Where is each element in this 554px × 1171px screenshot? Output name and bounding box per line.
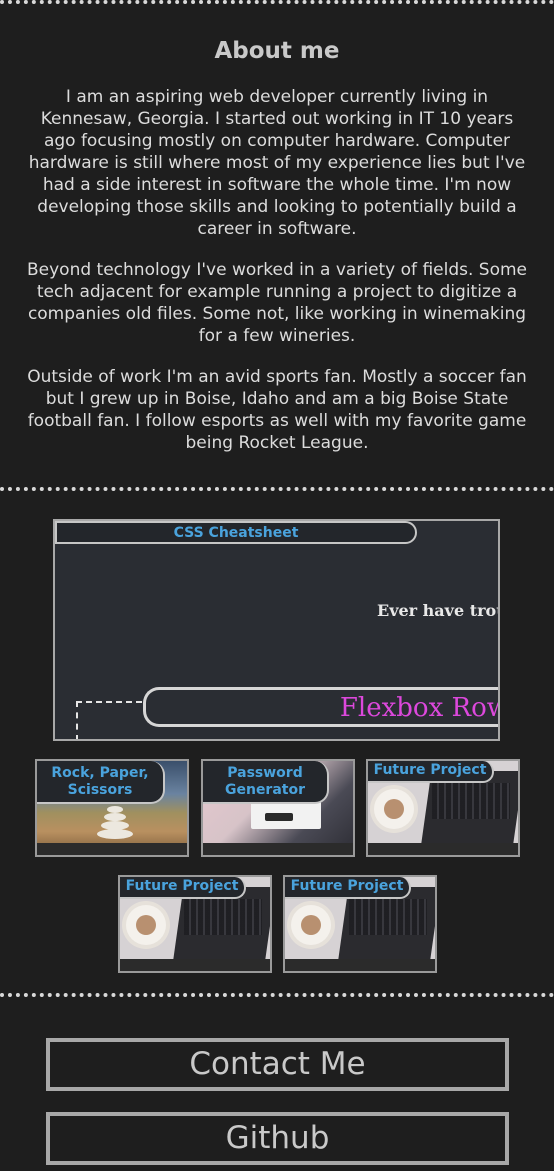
featured-project-label: CSS Cheatsheet [55,521,417,544]
about-paragraph-3: Outside of work I'm an avid sports fan. … [27,367,527,453]
featured-project-css-cheatsheet[interactable]: Ever have trou Flexbox Row CSS Cheatshee… [53,519,500,741]
top-divider [0,0,554,4]
project-card-future-project[interactable]: Future Project [118,875,272,973]
contact-me-button[interactable]: Contact Me [46,1038,509,1091]
project-card-rock-paper-scissors[interactable]: Rock, Paper, Scissors [35,759,189,857]
preview-dashed-line-vertical [76,701,78,739]
preview-heading: Ever have trou [377,601,500,620]
about-paragraph-1: I am an aspiring web developer currently… [28,87,526,239]
about-title: About me [214,38,340,64]
project-card-future-project[interactable]: Future Project [366,759,520,857]
project-label: Future Project [368,761,494,783]
project-card-future-project[interactable]: Future Project [283,875,437,973]
section-divider [0,993,554,997]
preview-dashed-line [76,701,142,703]
project-label: Rock, Paper, Scissors [37,761,165,804]
preview-flexbox-label: Flexbox Row [339,693,500,723]
project-label: Future Project [285,877,411,899]
project-label: Future Project [120,877,246,899]
preview-flexbox-row: Flexbox Row [143,687,500,727]
project-card-password-generator[interactable]: Password Generator [201,759,355,857]
about-paragraph-2: Beyond technology I've worked in a varie… [27,260,527,346]
section-divider [0,487,554,491]
project-label: Password Generator [203,761,329,804]
github-button[interactable]: Github [46,1112,509,1165]
